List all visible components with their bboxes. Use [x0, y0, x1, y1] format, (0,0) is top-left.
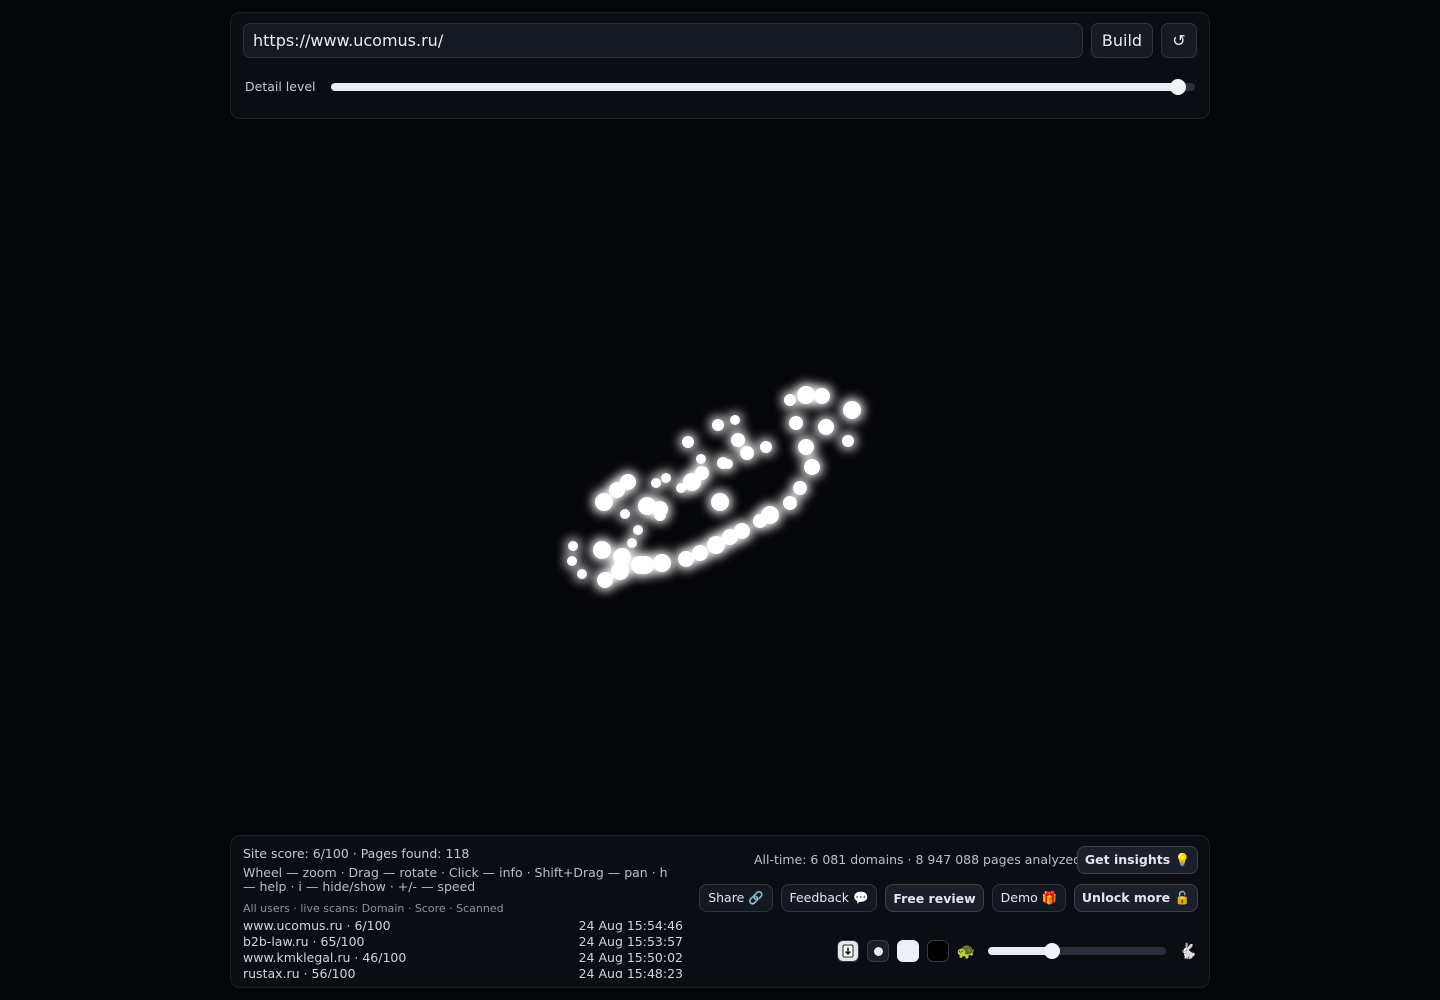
graph-node[interactable] — [595, 493, 613, 511]
scan-time: 24 Aug 15:48:23 — [578, 966, 683, 978]
scan-domain: www.ucomus.ru · 6/100 — [243, 918, 391, 933]
detail-level-fill — [331, 83, 1178, 91]
white-square-icon[interactable] — [897, 940, 919, 962]
list-item[interactable]: www.ucomus.ru · 6/100 24 Aug 15:54:46 — [243, 918, 683, 934]
feedback-button[interactable]: Feedback 💬 — [781, 884, 877, 912]
black-square-icon[interactable] — [927, 940, 949, 962]
alltime-stats: All-time: 6 081 domains · 8 947 088 page… — [754, 852, 1082, 867]
detail-level-thumb[interactable] — [1169, 79, 1186, 95]
speed-thumb[interactable] — [1044, 943, 1061, 959]
speed-slider[interactable] — [988, 943, 1166, 959]
list-item[interactable]: b2b-law.ru · 65/100 24 Aug 15:53:57 — [243, 934, 683, 950]
graph-node[interactable] — [651, 478, 661, 488]
share-button[interactable]: Share 🔗 — [699, 884, 773, 912]
reset-button[interactable]: ↺ — [1161, 23, 1197, 58]
scan-time: 24 Aug 15:54:46 — [578, 918, 683, 933]
graph-node[interactable] — [760, 441, 772, 453]
help-text: Wheel — zoom · Drag — rotate · Click — i… — [243, 865, 668, 894]
rabbit-icon: 🐇 — [1178, 942, 1198, 960]
scan-time: 24 Aug 15:53:57 — [578, 934, 683, 949]
graph-node[interactable] — [798, 439, 814, 455]
graph-node[interactable] — [783, 496, 797, 510]
bottom-panel: Site score: 6/100 · Pages found: 118 Whe… — [230, 835, 1210, 988]
graph-node[interactable] — [599, 572, 613, 586]
graph-node[interactable] — [678, 551, 694, 567]
circle-icon[interactable] — [867, 940, 889, 962]
build-button[interactable]: Build — [1091, 23, 1153, 58]
site-score: Site score: 6/100 · Pages found: 118 — [243, 846, 470, 861]
graph-node[interactable] — [712, 419, 724, 431]
graph-node[interactable] — [711, 493, 729, 511]
site-graph-canvas[interactable] — [0, 125, 1440, 825]
graph-node[interactable] — [695, 466, 709, 480]
url-input[interactable] — [243, 23, 1083, 58]
top-panel: Build ↺ Detail level — [230, 12, 1210, 119]
turtle-icon: 🐢 — [956, 942, 976, 960]
graph-node[interactable] — [653, 554, 671, 572]
graph-node[interactable] — [723, 459, 733, 469]
graph-node[interactable] — [818, 419, 834, 435]
graph-node[interactable] — [753, 514, 767, 528]
graph-node[interactable] — [842, 435, 854, 447]
graph-node[interactable] — [784, 394, 796, 406]
graph-node[interactable] — [567, 556, 577, 566]
free-review-button[interactable]: Free review — [885, 884, 984, 912]
scan-domain: rustax.ru · 56/100 — [243, 966, 356, 978]
demo-button[interactable]: Demo 🎁 — [992, 884, 1066, 912]
graph-node[interactable] — [611, 562, 629, 580]
detail-level-label: Detail level — [245, 79, 316, 94]
graph-node[interactable] — [696, 454, 706, 464]
graph-node[interactable] — [676, 483, 686, 493]
live-scans-header: All users · live scans: Domain · Score ·… — [243, 902, 504, 915]
graph-node[interactable] — [692, 545, 708, 561]
list-item[interactable]: www.kmklegal.ru · 46/100 24 Aug 15:50:02 — [243, 950, 683, 966]
graph-node[interactable] — [814, 388, 830, 404]
graph-node[interactable] — [682, 436, 694, 448]
scan-domain: www.kmklegal.ru · 46/100 — [243, 950, 407, 965]
graph-node[interactable] — [620, 509, 630, 519]
graph-node[interactable] — [797, 386, 815, 404]
graph-node[interactable] — [627, 538, 637, 548]
scan-domain: b2b-law.ru · 65/100 — [243, 934, 365, 949]
graph-node[interactable] — [804, 459, 820, 475]
graph-node[interactable] — [577, 569, 587, 579]
get-insights-button[interactable]: Get insights 💡 — [1077, 846, 1198, 874]
download-icon[interactable] — [837, 940, 859, 962]
graph-node[interactable] — [731, 433, 745, 447]
graph-node[interactable] — [793, 481, 807, 495]
graph-node[interactable] — [707, 536, 725, 554]
graph-node[interactable] — [652, 501, 668, 517]
graph-node[interactable] — [568, 541, 578, 551]
graph-node[interactable] — [661, 473, 671, 483]
refresh-icon: ↺ — [1172, 31, 1186, 50]
graph-node[interactable] — [730, 415, 740, 425]
speed-fill — [988, 947, 1053, 955]
graph-node[interactable] — [843, 401, 861, 419]
live-scans-list: www.ucomus.ru · 6/100 24 Aug 15:54:46 b2… — [243, 918, 683, 978]
graph-node[interactable] — [633, 525, 643, 535]
graph-node[interactable] — [593, 541, 611, 559]
list-item[interactable]: rustax.ru · 56/100 24 Aug 15:48:23 — [243, 966, 683, 978]
graph-node[interactable] — [740, 446, 754, 460]
scan-time: 24 Aug 15:50:02 — [578, 950, 683, 965]
graph-node[interactable] — [620, 474, 636, 490]
unlock-more-button[interactable]: Unlock more 🔓 — [1074, 884, 1198, 912]
graph-node[interactable] — [789, 416, 803, 430]
graph-node[interactable] — [631, 556, 649, 574]
detail-level-slider[interactable] — [331, 79, 1195, 95]
